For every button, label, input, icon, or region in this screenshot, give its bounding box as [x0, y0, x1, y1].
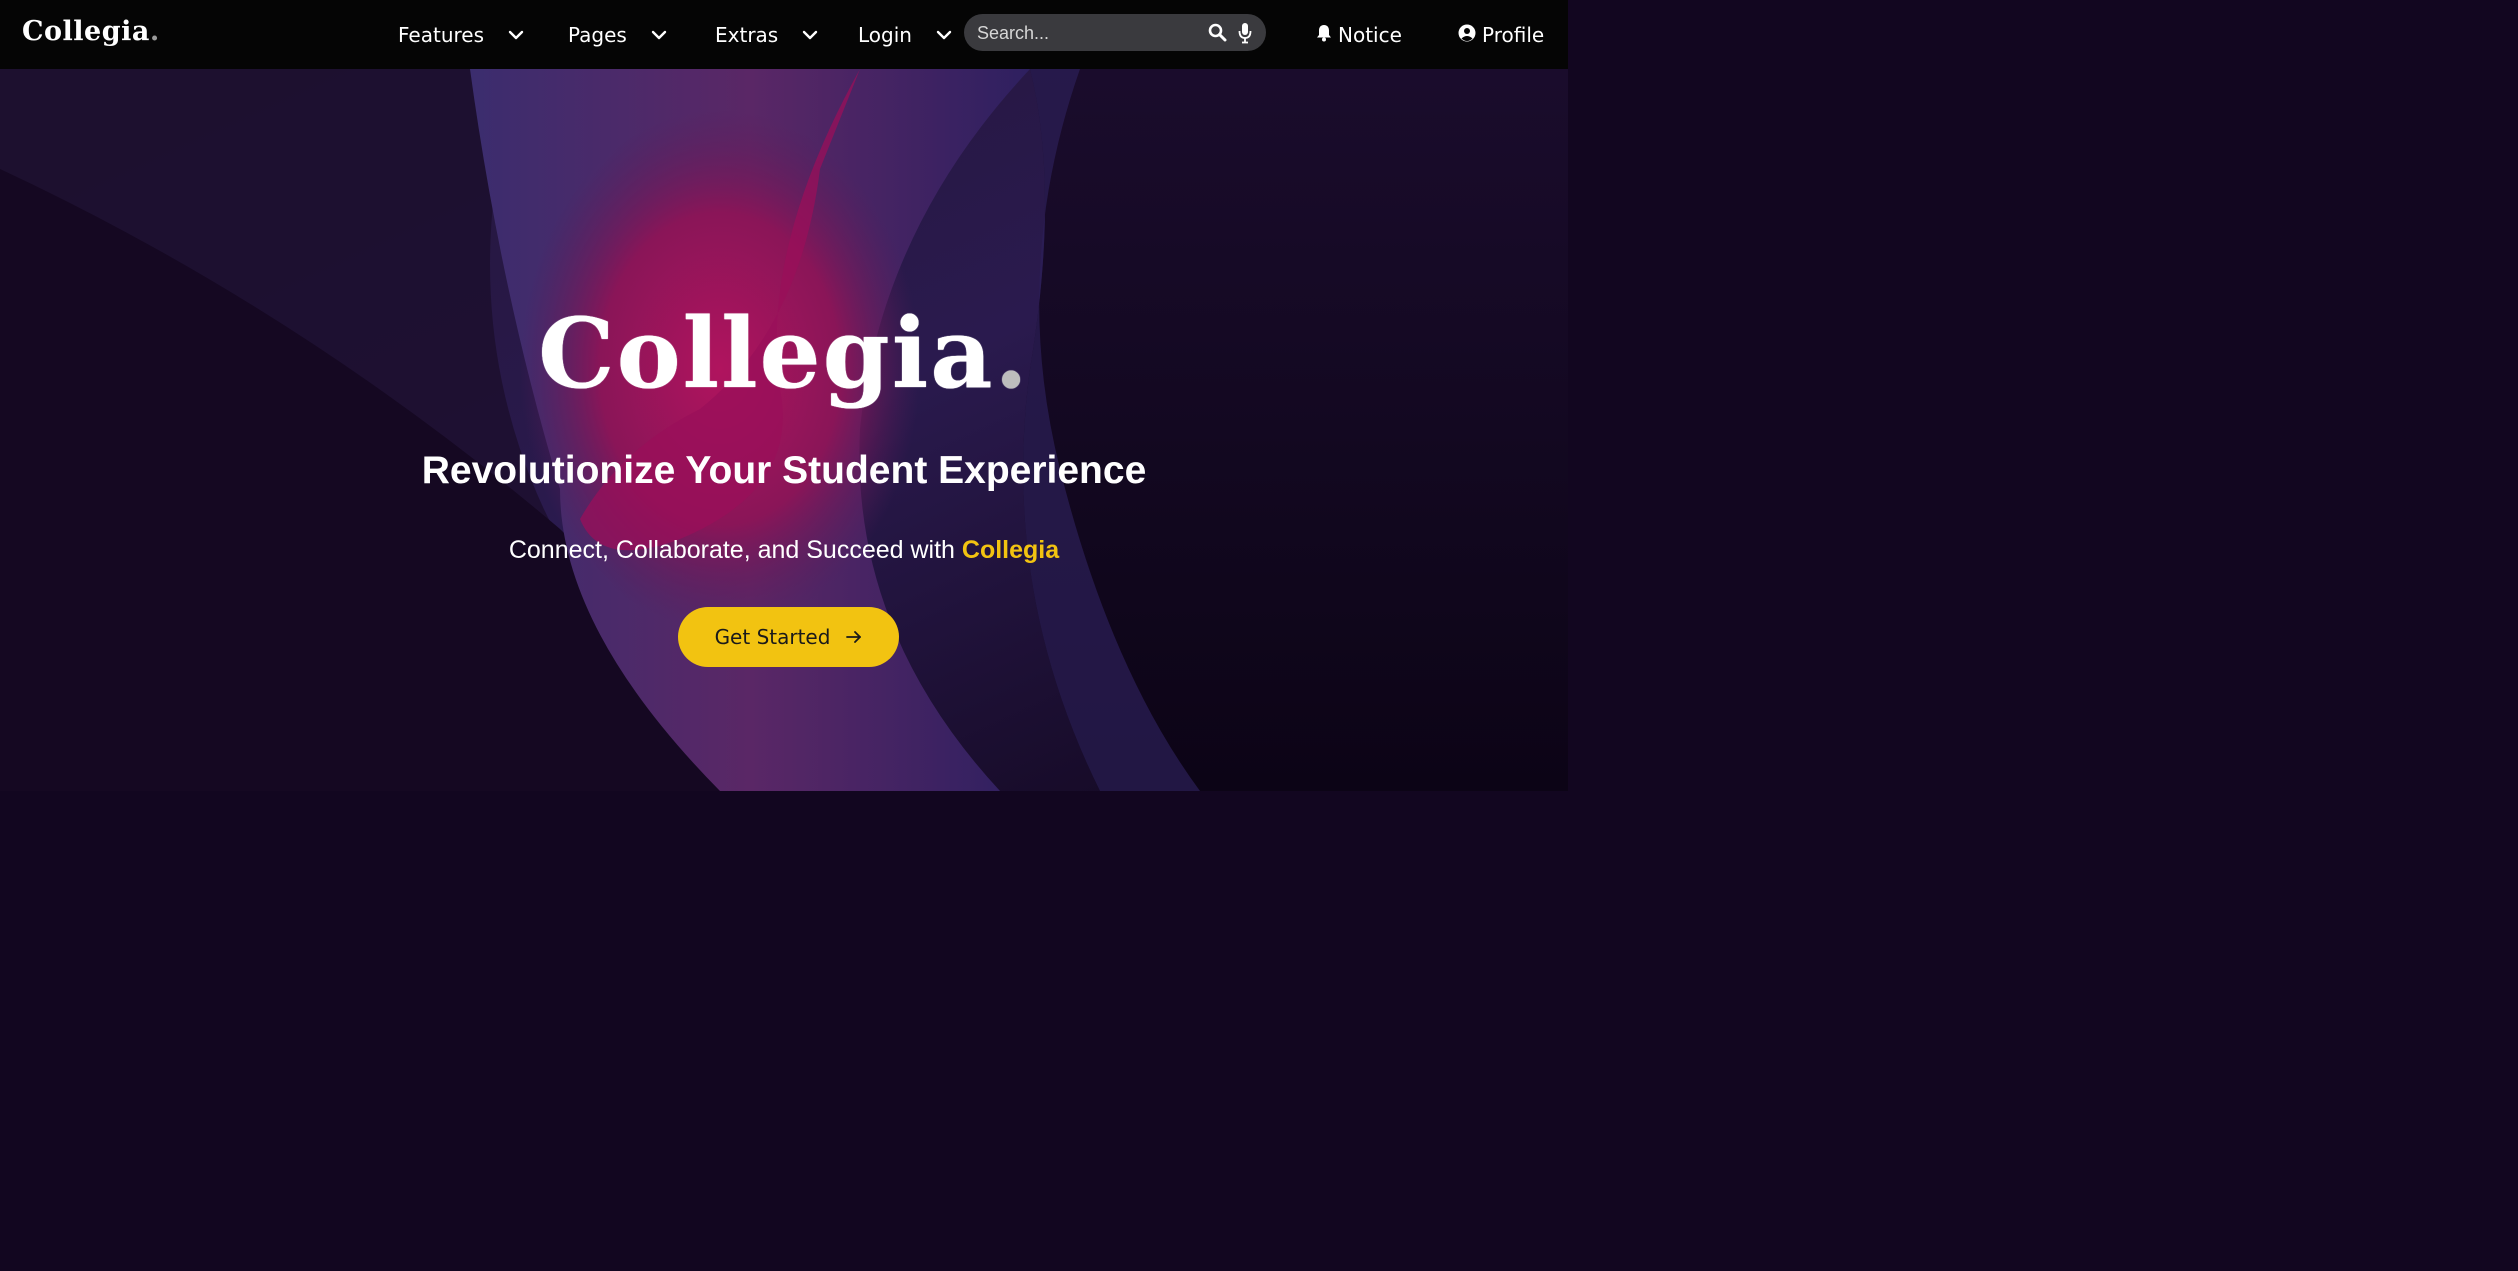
nav-item-login[interactable]: Login	[858, 20, 952, 50]
profile-label: Profile	[1482, 23, 1545, 47]
nav-item-extras[interactable]: Extras	[715, 20, 818, 50]
hero-section: Collegia. Revolutionize Your Student Exp…	[0, 69, 1568, 791]
brand-logo-dot: .	[149, 16, 160, 47]
hero-subline: Connect, Collaborate, and Succeed with C…	[0, 536, 1568, 565]
nav-item-features[interactable]: Features	[398, 20, 524, 50]
nav-item-label: Pages	[568, 23, 627, 47]
chevron-down-icon	[508, 27, 524, 43]
hero-logo-text: Collegia	[538, 297, 995, 410]
hero-background-waves	[0, 69, 1568, 791]
nav-item-label: Extras	[715, 23, 779, 47]
search-bar	[964, 14, 1266, 53]
hero-subline-brand: Collegia	[961, 536, 1060, 564]
get-started-button[interactable]: Get Started	[678, 607, 899, 667]
top-navbar: Collegia. Features Pages Extras Login Se…	[0, 0, 1568, 69]
bell-icon	[1316, 23, 1332, 47]
notice-label: Notice	[1338, 23, 1402, 47]
search-icon[interactable]	[1208, 23, 1227, 42]
hero-subline-text: Connect, Collaborate, and Succeed with	[508, 536, 962, 564]
nav-item-label: Login	[858, 23, 912, 47]
get-started-label: Get Started	[714, 625, 831, 649]
chevron-down-icon	[802, 27, 818, 43]
mic-icon[interactable]	[1238, 22, 1252, 44]
chevron-down-icon	[651, 27, 667, 43]
hero-headline: Revolutionize Your Student Experience	[421, 449, 1147, 492]
chevron-down-icon	[936, 27, 952, 43]
arrow-right-icon	[846, 625, 862, 649]
nav-item-pages[interactable]: Pages	[568, 20, 667, 50]
hero-logo-dot: .	[994, 297, 1030, 410]
brand-logo[interactable]: Collegia.	[22, 14, 160, 50]
brand-logo-text: Collegia	[22, 16, 150, 47]
nav-item-label: Features	[398, 23, 484, 47]
user-circle-icon	[1458, 23, 1476, 47]
notice-button[interactable]: Notice	[1316, 20, 1402, 50]
search-input[interactable]	[975, 14, 1199, 53]
hero-logo: Collegia.	[0, 299, 1568, 409]
profile-button[interactable]: Profile	[1458, 20, 1544, 50]
